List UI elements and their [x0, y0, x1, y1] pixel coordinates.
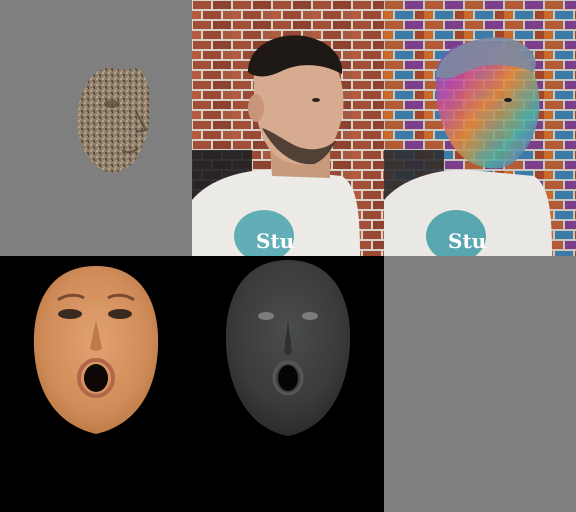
- input-photo-panel: Stu: [192, 0, 384, 256]
- shading-right-eye: [302, 312, 318, 320]
- albedo-left-eye: [58, 309, 82, 319]
- uv-shading-map-panel: [192, 256, 384, 512]
- empty-gray-panel: [384, 256, 576, 512]
- person-ear: [248, 94, 264, 122]
- overlay-photo-panel: Stu: [384, 0, 576, 256]
- textured-face-render-panel: [0, 0, 192, 256]
- image-grid: Stu Stu: [0, 0, 576, 512]
- overlay-shirt-print-text: Stu: [448, 229, 486, 253]
- shading-left-eye: [258, 312, 274, 320]
- shading-mouth: [278, 365, 298, 391]
- uv-albedo-map-panel: [0, 256, 192, 512]
- textured-face-mask: [77, 67, 150, 173]
- albedo-right-eye: [108, 309, 132, 319]
- shirt-print-text: Stu: [256, 229, 294, 253]
- albedo-mouth: [84, 364, 108, 392]
